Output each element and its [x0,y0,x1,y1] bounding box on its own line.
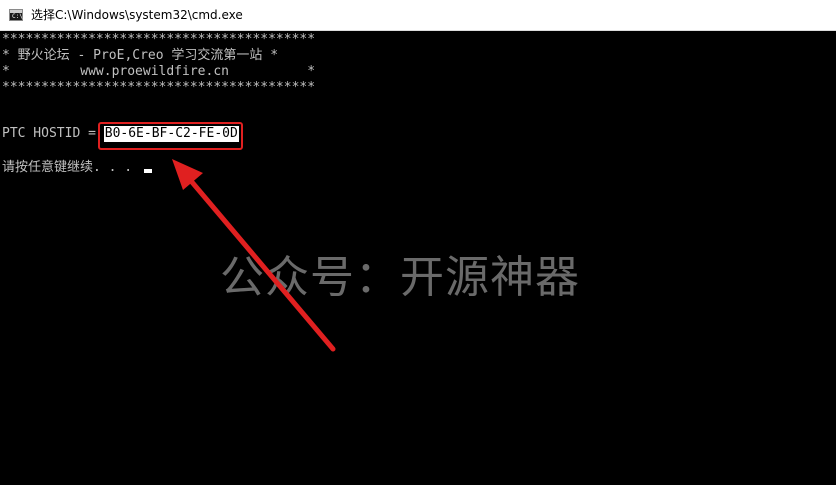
hostid-highlight-box [98,122,243,150]
continue-prompt: 请按任意键继续. . . [2,160,140,175]
watermark-text: 公众号：开源神器 [220,252,580,303]
window-title: 选择C:\Windows\system32\cmd.exe [31,8,243,22]
cmd-icon: C:\ [9,9,23,21]
console-line: **************************************** [2,32,316,47]
console-line: * 野火论坛 - ProE,Creo 学习交流第一站 * [2,48,279,63]
console-line: **************************************** [2,80,316,95]
console-output[interactable]: ****************************************… [0,31,836,485]
console-line: * www.proewildfire.cn * [2,64,316,79]
hostid-label: PTC HOSTID = [2,126,104,141]
prompt-line: 请按任意键继续. . . [2,160,152,176]
cmd-window: C:\ 选择C:\Windows\system32\cmd.exe ******… [0,0,836,485]
text-cursor [143,169,152,173]
title-bar[interactable]: C:\ 选择C:\Windows\system32\cmd.exe [0,0,836,31]
